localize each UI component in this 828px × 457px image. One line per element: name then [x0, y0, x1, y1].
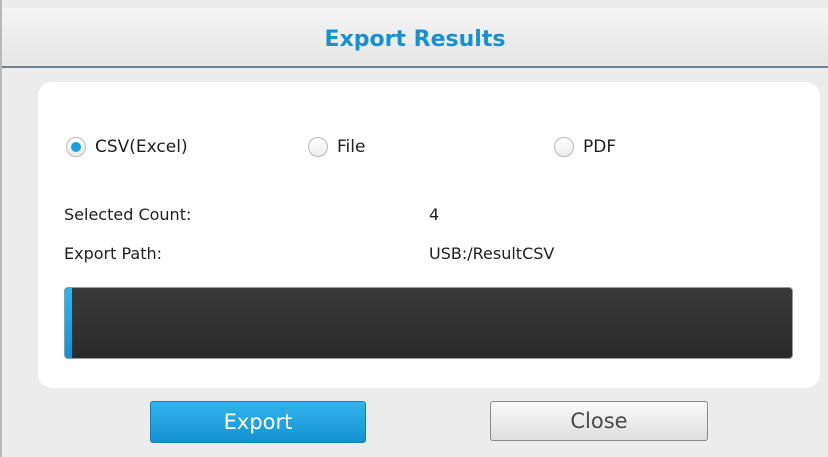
radio-button-pdf[interactable]	[554, 137, 574, 157]
radio-label-file: File	[337, 137, 366, 157]
radio-button-csv[interactable]	[66, 137, 86, 157]
export-progress-bar	[64, 287, 793, 359]
selected-count-value: 4	[429, 205, 440, 224]
title-bar: Export Results	[2, 8, 828, 68]
radio-label-csv: CSV(Excel)	[95, 137, 188, 157]
radio-button-file[interactable]	[308, 137, 328, 157]
radio-option-csv[interactable]: CSV(Excel)	[66, 134, 188, 160]
radio-option-file[interactable]: File	[308, 134, 365, 160]
close-button[interactable]: Close	[490, 401, 708, 441]
export-path-value: USB:/ResultCSV	[429, 244, 555, 263]
export-progress-fill	[65, 288, 73, 358]
export-path-label: Export Path:	[64, 244, 162, 263]
export-button[interactable]: Export	[150, 401, 366, 443]
dialog-title: Export Results	[324, 27, 506, 52]
export-options-panel: CSV(Excel) File PDF Selected Count: 4 Ex…	[38, 82, 820, 388]
selected-count-label: Selected Count:	[64, 205, 192, 224]
export-results-dialog: Export Results CSV(Excel) File PDF Selec…	[0, 0, 828, 457]
radio-label-pdf: PDF	[583, 137, 617, 157]
radio-option-pdf[interactable]: PDF	[554, 134, 616, 160]
